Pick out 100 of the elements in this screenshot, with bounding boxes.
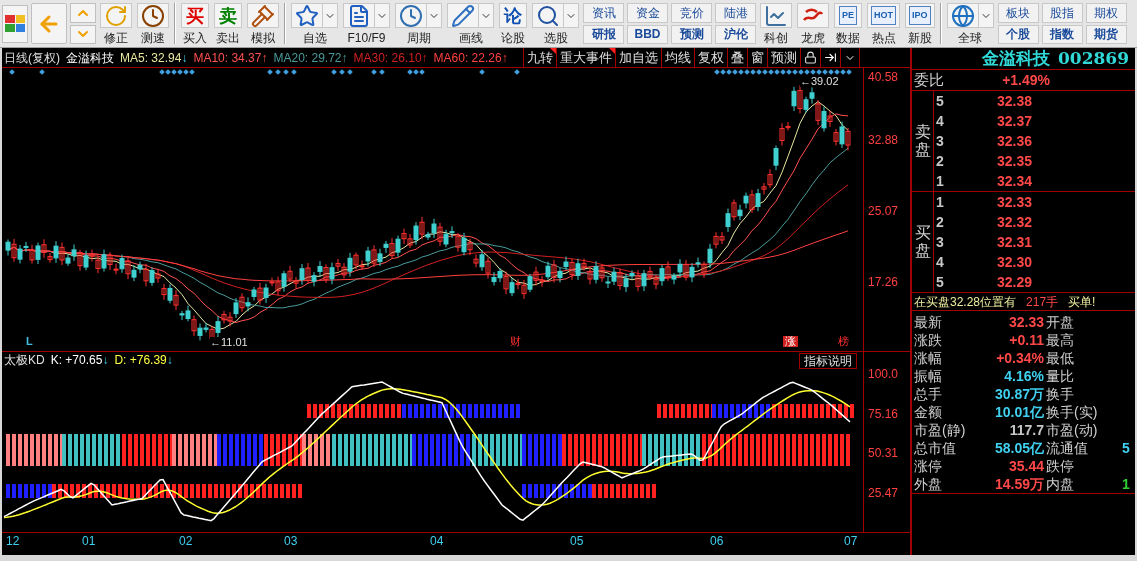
price-value: 32.31: [995, 232, 1032, 252]
glyph-icon: IPO: [909, 6, 931, 25]
chart-tool-button[interactable]: 窗: [747, 48, 767, 67]
level-label: 4: [935, 111, 945, 131]
toolbar-button[interactable]: 研报: [583, 24, 624, 44]
level-label: 2: [935, 151, 945, 171]
stat-value: 32.33: [1007, 315, 1044, 329]
toolbar-button[interactable]: 竞价: [671, 3, 712, 23]
toolbar-button[interactable]: 沪伦: [715, 24, 756, 44]
toolbar-button[interactable]: 全球: [945, 3, 995, 44]
toolbar-button[interactable]: 股指: [1041, 3, 1083, 23]
level-label: 2: [935, 212, 945, 232]
alert-volume: 217手: [1026, 293, 1059, 311]
chart-tool-button[interactable]: 叠: [727, 48, 747, 67]
app-logo-icon[interactable]: [2, 4, 28, 43]
date-label: 07: [844, 535, 858, 547]
date-label: 01: [82, 535, 96, 547]
level-label: 1: [935, 192, 945, 212]
stat-value: 10.01亿: [993, 405, 1044, 419]
stat-label: 换手(实): [1045, 405, 1099, 419]
price-value: 32.30: [995, 252, 1032, 272]
toolbar-button[interactable]: 期货: [1085, 24, 1127, 44]
moving-average-value: MA30: 26.10↑: [353, 51, 428, 64]
toolbar-button[interactable]: 期权: [1085, 3, 1127, 23]
chart-tool-button[interactable]: 加自选: [615, 48, 661, 67]
glyph-icon: 论: [504, 6, 522, 25]
date-label: 02: [179, 535, 193, 547]
toolbar-button[interactable]: BBD: [627, 24, 668, 44]
chart-tool-button[interactable]: 九转: [523, 48, 556, 67]
stat-label: 振幅: [913, 369, 943, 383]
level-label: 5: [935, 272, 945, 292]
axis-label: 40.58: [868, 71, 899, 83]
toolbar-button[interactable]: 资金: [627, 3, 668, 23]
stat-label: 最高: [1045, 333, 1075, 347]
stat-label: 跌停: [1045, 459, 1075, 473]
stat-label: 市盈(静): [913, 423, 967, 437]
side-label: 买盘: [914, 224, 931, 260]
chart-tool-button[interactable]: 重大事件: [556, 48, 615, 67]
dropdown-button[interactable]: [840, 48, 860, 67]
alert-text: 在买盘32.28位置有: [914, 293, 1017, 311]
toolbar-button[interactable]: 周期: [394, 3, 443, 44]
stat-value: 35.44: [1007, 459, 1044, 473]
moving-average-value: MA5: 32.94↓: [120, 51, 188, 64]
toolbar-button[interactable]: 画线: [446, 3, 495, 44]
stat-value: 5: [1122, 441, 1130, 455]
level-label: 5: [935, 91, 945, 111]
chart-marker: 涨: [783, 336, 798, 347]
axis-label: 25.07: [868, 205, 899, 217]
clock-icon: [141, 3, 165, 28]
toolbar-button[interactable]: 板块: [997, 3, 1039, 23]
toolbar-button[interactable]: 陆港: [715, 3, 756, 23]
toolbar-button[interactable]: 选股: [531, 3, 580, 44]
indicator-value: K: +70.65↓: [50, 354, 109, 366]
stat-label: 涨幅: [913, 351, 943, 365]
chart-marker: 财: [510, 336, 521, 347]
stat-value: 30.87万: [993, 387, 1044, 401]
price-value: 32.37: [995, 111, 1032, 131]
stock-code: 002869: [1058, 50, 1129, 67]
chart-tool-button[interactable]: 预测: [767, 48, 800, 67]
stat-label: 市盈(动): [1045, 423, 1099, 437]
stat-label: 总市值: [913, 441, 957, 455]
toolbar-button[interactable]: 自选: [290, 3, 339, 44]
stat-label: 开盘: [1045, 315, 1075, 329]
clock-icon: [399, 3, 423, 28]
price-value: 32.35: [995, 151, 1032, 171]
stat-label: 外盘: [913, 477, 943, 491]
ratio-value: +1.49%: [1001, 70, 1050, 90]
chart-tool-button[interactable]: 复权: [694, 48, 727, 67]
stock-name: 金溢科技: [982, 50, 1050, 67]
price-value: 32.29: [995, 272, 1032, 292]
chart-tool-button[interactable]: 均线: [661, 48, 694, 67]
axis-label: 100.0: [868, 368, 899, 380]
toolbar-button[interactable]: 预测: [671, 24, 712, 44]
price-value: 32.32: [995, 212, 1032, 232]
toolbar-button[interactable]: 个股: [997, 24, 1039, 44]
indicator-help-button[interactable]: 指标说明: [799, 353, 857, 369]
date-label: 04: [430, 535, 444, 547]
axis-label: 75.16: [868, 407, 899, 420]
stat-label: 换手: [1045, 387, 1075, 401]
stat-label: 涨跌: [913, 333, 943, 347]
gavel-icon: [251, 3, 275, 28]
indicator-value: D: +76.39↓: [114, 354, 173, 366]
period-label: 日线(复权): [4, 51, 60, 64]
moving-average-value: MA60: 22.26↑: [433, 51, 508, 64]
stat-value: 14.59万: [993, 477, 1044, 491]
moving-average-value: MA20: 29.72↑: [273, 51, 348, 64]
search-icon: [536, 3, 560, 28]
stat-value: +0.34%: [995, 351, 1044, 365]
toolbar-button[interactable]: 指数: [1041, 24, 1083, 44]
date-label: 12: [6, 535, 20, 547]
level-label: 1: [935, 171, 945, 191]
chart-marker: ←39.02: [800, 76, 839, 87]
price-value: 32.34: [995, 171, 1032, 191]
toolbar-button[interactable]: 资讯: [583, 3, 624, 23]
chart-marker: ←11.01: [210, 337, 248, 348]
toolbar-button[interactable]: F10/F9: [342, 3, 391, 44]
glyph-icon: HOT: [871, 6, 896, 25]
glyph-icon: PE: [839, 6, 857, 25]
stat-label: 总手: [913, 387, 943, 401]
axis-label: 25.47: [868, 487, 899, 499]
